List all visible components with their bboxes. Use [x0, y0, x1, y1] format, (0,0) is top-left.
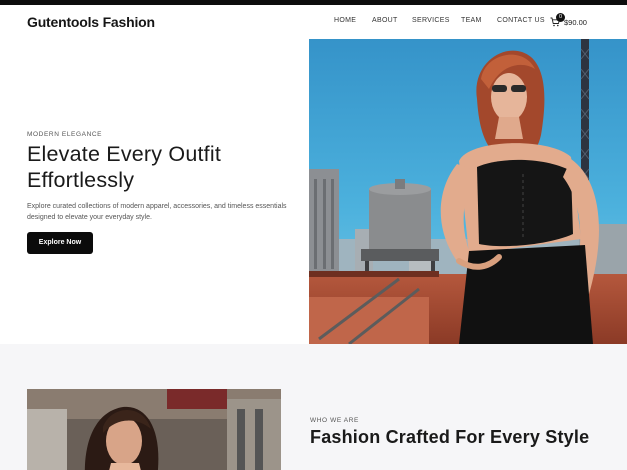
site-header: Gutentools Fashion HOME ABOUT SERVICES T…: [0, 5, 627, 39]
about-eyebrow: WHO WE ARE: [310, 417, 359, 424]
nav-services[interactable]: SERVICES: [412, 17, 450, 24]
hero-image: [309, 39, 627, 344]
hero-photo: [309, 39, 627, 344]
hero-description: Explore curated collections of modern ap…: [27, 203, 287, 221]
cart-button[interactable]: 0 $90.00: [550, 13, 592, 29]
nav-home[interactable]: HOME: [334, 17, 356, 24]
about-photo: [27, 389, 281, 470]
about-section: WHO WE ARE Fashion Crafted For Every Sty…: [0, 344, 627, 470]
explore-now-button[interactable]: Explore Now: [27, 232, 93, 254]
hero-section: MODERN ELEGANCE Elevate Every Outfit Eff…: [0, 39, 627, 344]
hero-title: Elevate Every Outfit Effortlessly: [27, 142, 221, 192]
cart-total: $90.00: [564, 18, 587, 27]
nav-team[interactable]: TEAM: [461, 17, 482, 24]
main-nav: HOME ABOUT SERVICES TEAM CONTACT US: [0, 17, 627, 29]
page: Gutentools Fashion HOME ABOUT SERVICES T…: [0, 0, 627, 470]
hero-eyebrow: MODERN ELEGANCE: [27, 131, 103, 138]
nav-about[interactable]: ABOUT: [372, 17, 398, 24]
about-image: [27, 389, 281, 470]
nav-contact-us[interactable]: CONTACT US: [497, 17, 545, 24]
about-title: Fashion Crafted For Every Style: [310, 427, 590, 447]
